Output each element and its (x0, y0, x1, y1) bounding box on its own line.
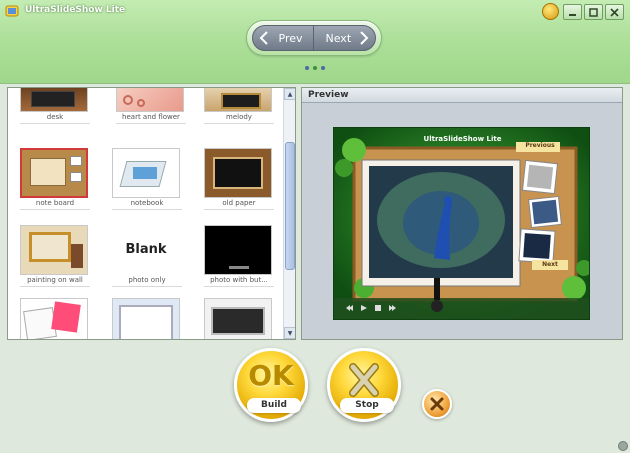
app-logo-icon (5, 5, 19, 17)
page-dot[interactable] (305, 66, 309, 70)
window-title: UltraSlideShow Lite (25, 5, 126, 15)
template-label: painting on wall (20, 276, 90, 287)
player-controls (346, 304, 396, 312)
build-label: Build (247, 398, 301, 413)
template-thumbnail (112, 298, 180, 339)
previous-button[interactable]: Previous (518, 142, 562, 149)
template-old-paper[interactable]: old paper (204, 148, 274, 210)
forward-icon[interactable] (388, 304, 396, 312)
template-heart-and-flower[interactable]: heart and flower (116, 88, 186, 124)
template-label: photo only (112, 276, 182, 287)
template-label: photo with but... (204, 276, 274, 287)
template-label: note board (20, 199, 90, 210)
prev-label: Prev (278, 31, 303, 45)
template-label: old paper (204, 199, 274, 210)
template-melody[interactable]: melody (204, 88, 274, 124)
page-indicator (305, 66, 325, 70)
help-icon[interactable] (542, 3, 559, 20)
template-item[interactable] (112, 298, 182, 339)
template-thumbnail (116, 88, 184, 112)
prev-button[interactable]: Prev (253, 26, 314, 50)
template-thumbnail (204, 88, 272, 112)
next-slide-button[interactable]: Next (532, 261, 568, 268)
template-thumbnail (20, 148, 88, 198)
stop-label: Stop (340, 398, 394, 413)
scroll-down-icon[interactable]: ▼ (284, 327, 295, 339)
chevron-right-icon (360, 31, 369, 45)
chevron-left-icon (259, 31, 268, 45)
stop-button[interactable]: Stop (327, 348, 401, 422)
close-icon (610, 7, 619, 17)
resize-grip-icon[interactable] (618, 441, 628, 451)
ok-icon: OK (248, 359, 294, 392)
preview-header: Preview (302, 88, 622, 103)
template-thumbnail (112, 148, 180, 198)
template-item[interactable] (20, 298, 90, 339)
template-thumbnail (204, 298, 272, 339)
page-dot[interactable] (321, 66, 325, 70)
next-button[interactable]: Next (314, 26, 376, 50)
template-label: melody (204, 113, 274, 124)
template-photo-with-buttons[interactable]: photo with but... (204, 225, 274, 287)
template-thumbnail: Blank (112, 225, 180, 275)
template-painting-on-wall[interactable]: painting on wall (20, 225, 90, 287)
preview-panel: Preview UltraSlideShow Lite Previous Nex… (301, 87, 623, 340)
rewind-icon[interactable] (346, 304, 354, 312)
template-thumbnail (204, 225, 272, 275)
next-label: Next (325, 31, 352, 45)
template-notebook[interactable]: notebook (112, 148, 182, 210)
nav-group: Prev Next (252, 25, 376, 51)
template-thumbnail (20, 88, 88, 112)
close-button[interactable] (605, 4, 624, 20)
build-button[interactable]: OK Build (234, 348, 308, 422)
template-list[interactable]: desk heart and flower melody note board … (7, 87, 296, 340)
tools-icon (430, 397, 444, 411)
template-label: desk (20, 113, 90, 124)
tools-button[interactable] (422, 389, 452, 419)
minimize-icon (569, 13, 576, 16)
preview-stage: UltraSlideShow Lite Previous Next (333, 127, 590, 320)
template-label: notebook (112, 199, 182, 210)
stop-icon[interactable] (374, 304, 382, 312)
minimize-button[interactable] (563, 4, 582, 20)
template-label: heart and flower (116, 113, 186, 124)
blank-thumbnail-text: Blank (125, 242, 167, 257)
template-thumbnail (20, 225, 88, 275)
scroll-up-icon[interactable]: ▲ (284, 88, 295, 100)
template-thumbnail (20, 298, 88, 339)
preview-image (334, 128, 589, 319)
page-dot-active[interactable] (313, 66, 317, 70)
template-item[interactable] (204, 298, 274, 339)
play-icon[interactable] (360, 304, 368, 312)
scrollbar-thumb[interactable] (285, 142, 295, 270)
template-desk[interactable]: desk (20, 88, 90, 124)
template-photo-only[interactable]: Blank photo only (112, 225, 182, 287)
title-bar: UltraSlideShow Lite Prev Next (0, 0, 630, 84)
vertical-scrollbar[interactable]: ▲ ▼ (283, 88, 295, 339)
maximize-button[interactable] (584, 4, 603, 20)
template-thumbnail (204, 148, 272, 198)
template-note-board[interactable]: note board (20, 148, 90, 210)
maximize-icon (589, 7, 598, 17)
